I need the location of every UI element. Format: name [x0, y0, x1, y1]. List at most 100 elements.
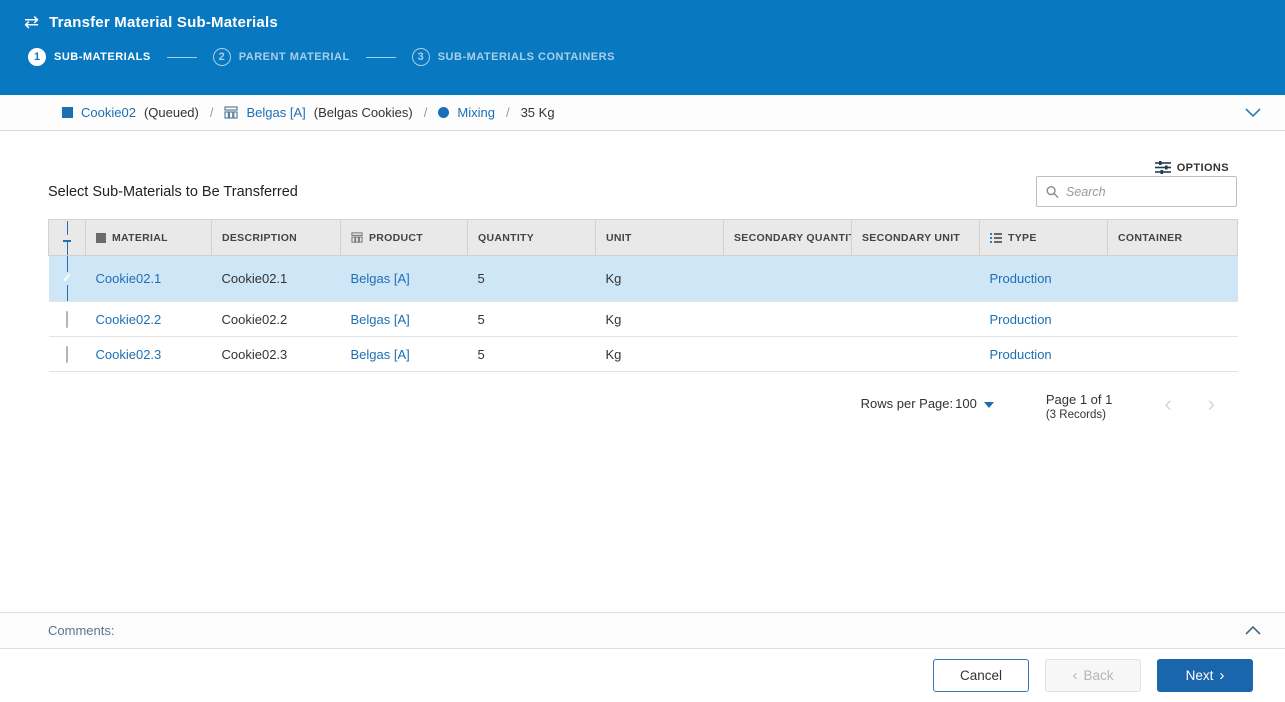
material-link[interactable]: Cookie02.3 [96, 347, 162, 362]
table-header-row: MATERIAL DESCRIPTION PRODUCT [49, 220, 1238, 256]
comments-label: Comments: [48, 623, 114, 638]
footer-actions: Cancel ‹ Back Next › [0, 648, 1285, 702]
search-box [1036, 176, 1237, 207]
material-link[interactable]: Cookie02.1 [96, 271, 162, 286]
product-column-icon [351, 232, 363, 243]
cell-secondary-unit [852, 256, 980, 302]
product-link[interactable]: Belgas [A] [351, 271, 410, 286]
pagination: Rows per Page:100 Page 1 of 1 (3 Records… [48, 392, 1237, 421]
back-button[interactable]: ‹ Back [1045, 659, 1141, 692]
col-header-material[interactable]: MATERIAL [86, 220, 212, 256]
chevron-left-icon: ‹ [1072, 668, 1077, 683]
sub-materials-table: MATERIAL DESCRIPTION PRODUCT [48, 219, 1238, 372]
type-link[interactable]: Production [990, 271, 1052, 286]
material-link[interactable]: Cookie02.2 [96, 312, 162, 327]
type-link[interactable]: Production [990, 347, 1052, 362]
operation-icon [438, 107, 449, 118]
select-all-checkbox[interactable] [59, 221, 75, 255]
cell-description: Cookie02.2 [212, 302, 341, 337]
row-checkbox[interactable] [66, 346, 68, 363]
breadcrumb-material-link[interactable]: Cookie02 [81, 105, 136, 120]
options-button[interactable]: OPTIONS [1155, 161, 1229, 174]
cell-secondary-quantity [724, 256, 852, 302]
material-status: (Queued) [144, 105, 199, 120]
col-header-product[interactable]: PRODUCT [341, 220, 468, 256]
breadcrumb: Cookie02 (Queued) / Belgas [A] (Belgas C… [0, 95, 1285, 131]
next-button[interactable]: Next › [1157, 659, 1253, 692]
breadcrumb-product-link[interactable]: Belgas [A] [246, 105, 305, 120]
page-indicator: Page 1 of 1 [1046, 392, 1113, 407]
transfer-icon: ⇄ [24, 13, 39, 31]
col-header-unit[interactable]: UNIT [596, 220, 724, 256]
cell-quantity: 5 [468, 337, 596, 372]
breadcrumb-quantity: 35 Kg [521, 105, 555, 120]
cell-secondary-quantity [724, 302, 852, 337]
step-2-circle: 2 [213, 48, 231, 66]
col-header-secondary-quantity[interactable]: SECONDARY QUANTITY [724, 220, 852, 256]
breadcrumb-separator: / [207, 105, 217, 120]
breadcrumb-expand-button[interactable] [1245, 108, 1261, 117]
product-link[interactable]: Belgas [A] [351, 312, 410, 327]
previous-page-button[interactable]: ‹ [1164, 394, 1171, 414]
step-parent-material[interactable]: 2 PARENT MATERIAL [213, 48, 350, 66]
cell-description: Cookie02.3 [212, 337, 341, 372]
section-heading: Select Sub-Materials to Be Transferred [48, 184, 298, 207]
comments-bar: Comments: [0, 612, 1285, 648]
material-column-icon [96, 233, 106, 243]
cell-container [1108, 337, 1238, 372]
dropdown-caret-icon [984, 402, 994, 408]
product-icon [224, 106, 238, 119]
rows-per-page-dropdown[interactable]: Rows per Page:100 [861, 392, 994, 411]
cell-quantity: 5 [468, 256, 596, 302]
cell-container [1108, 302, 1238, 337]
cell-description: Cookie02.1 [212, 256, 341, 302]
col-header-type[interactable]: TYPE [980, 220, 1108, 256]
transfer-material-dialog: ⇄ Transfer Material Sub-Materials 1 SUB-… [0, 0, 1285, 702]
row-checkbox[interactable] [59, 256, 76, 302]
product-link[interactable]: Belgas [A] [351, 347, 410, 362]
page-info: Page 1 of 1 (3 Records) [1046, 392, 1113, 421]
search-input[interactable] [1066, 185, 1227, 199]
product-description: (Belgas Cookies) [314, 105, 413, 120]
next-page-button[interactable]: › [1208, 394, 1215, 414]
col-header-quantity[interactable]: QUANTITY [468, 220, 596, 256]
main-content: OPTIONS Select Sub-Materials to Be Trans… [0, 131, 1285, 612]
step-1-circle: 1 [28, 48, 46, 66]
table-row: Cookie02.3 Cookie02.3 Belgas [A] 5 Kg Pr… [49, 337, 1238, 372]
cell-secondary-quantity [724, 337, 852, 372]
table-row: Cookie02.2 Cookie02.2 Belgas [A] 5 Kg Pr… [49, 302, 1238, 337]
records-count: (3 Records) [1046, 409, 1113, 421]
breadcrumb-operation-link[interactable]: Mixing [457, 105, 495, 120]
step-connector [167, 57, 197, 58]
cancel-button[interactable]: Cancel [933, 659, 1029, 692]
breadcrumb-separator: / [421, 105, 431, 120]
cell-secondary-unit [852, 302, 980, 337]
material-icon [62, 107, 73, 118]
chevron-down-icon [1245, 108, 1261, 117]
step-3-circle: 3 [412, 48, 430, 66]
comments-expand-button[interactable] [1245, 626, 1261, 635]
step-sub-materials-containers[interactable]: 3 SUB-MATERIALS CONTAINERS [412, 48, 615, 66]
chevron-up-icon [1245, 626, 1261, 635]
type-column-icon [990, 233, 1002, 243]
search-icon [1046, 185, 1059, 199]
breadcrumb-separator: / [503, 105, 513, 120]
cell-secondary-unit [852, 337, 980, 372]
app-header: ⇄ Transfer Material Sub-Materials 1 SUB-… [0, 0, 1285, 95]
wizard-stepper: 1 SUB-MATERIALS 2 PARENT MATERIAL 3 SUB-… [24, 48, 1261, 66]
step-sub-materials[interactable]: 1 SUB-MATERIALS [28, 48, 151, 66]
col-header-container[interactable]: CONTAINER [1108, 220, 1238, 256]
cell-container [1108, 256, 1238, 302]
col-header-description[interactable]: DESCRIPTION [212, 220, 341, 256]
col-header-secondary-unit[interactable]: SECONDARY UNIT [852, 220, 980, 256]
select-all-header [49, 220, 86, 256]
cell-unit: Kg [596, 302, 724, 337]
options-icon [1155, 161, 1172, 174]
cell-quantity: 5 [468, 302, 596, 337]
cell-unit: Kg [596, 337, 724, 372]
chevron-right-icon: › [1219, 668, 1224, 683]
row-checkbox[interactable] [66, 311, 68, 328]
table-row: Cookie02.1 Cookie02.1 Belgas [A] 5 Kg Pr… [49, 256, 1238, 302]
page-title: Transfer Material Sub-Materials [49, 14, 278, 31]
type-link[interactable]: Production [990, 312, 1052, 327]
